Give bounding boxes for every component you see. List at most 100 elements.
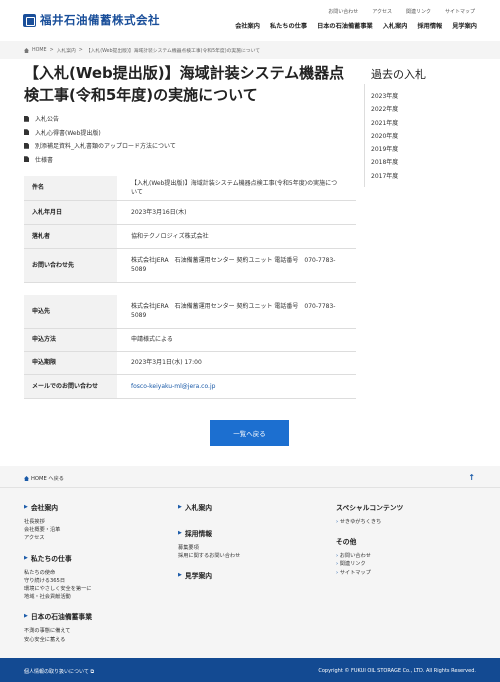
row-value: 株式会社JERA 石油備蓄運用センター 契約ユニット 電話番号 070-7783… <box>117 295 356 329</box>
site-footer: HOME へ戻る ↑ ▶ 会社案内 社長挨拶 会社概要・沿革 アクセス ▶ 私たちの… <box>0 466 500 682</box>
chevron-right-icon: ▶ <box>24 504 28 510</box>
footer-heading[interactable]: ▶ 会社案内 <box>24 502 92 512</box>
footer-link[interactable]: 守り続ける365日 <box>24 577 92 585</box>
table-row: 申込先 株式会社JERA 石油備蓄運用センター 契約ユニット 電話番号 070-7… <box>24 295 356 329</box>
nav-recruit[interactable]: 採用情報 <box>418 21 443 30</box>
table-row: 申込方法 申請様式による <box>24 328 356 352</box>
footer-link[interactable]: 採用に関するお問い合わせ <box>178 552 240 560</box>
breadcrumb-bidding[interactable]: 入札案内 <box>57 47 76 54</box>
table-row: 申込期限 2023年3月1日(水) 17:00 <box>24 351 356 375</box>
file-icon <box>24 115 29 122</box>
global-nav: 会社案内 私たちの仕事 日本の石油備蓄事業 入札案内 採用情報 見学案内 <box>235 21 477 30</box>
document-list: 入札公告 入札心得書(Web提出版) 別添補足資料_入札書類のアップロード方法に… <box>24 112 176 166</box>
util-contact-link[interactable]: お問い合わせ <box>328 8 358 15</box>
row-label: 申込先 <box>24 295 117 329</box>
footer-link[interactable]: 関連リンク <box>336 560 403 568</box>
document-link[interactable]: 入札心得書(Web提出版) <box>24 126 176 140</box>
table-row: お問い合わせ先 株式会社JERA 石油備蓄運用センター 契約ユニット 電話番号 0… <box>24 248 356 283</box>
breadcrumb-home[interactable]: HOME <box>32 48 47 53</box>
footer-heading[interactable]: ▶ 私たちの仕事 <box>24 553 92 563</box>
footer-heading: その他 <box>336 538 357 547</box>
sidebar-year-2017[interactable]: 2017年度 <box>371 171 398 184</box>
nav-work[interactable]: 私たちの仕事 <box>270 21 307 30</box>
table-row: メールでのお問い合わせ fosco-keiyaku-ml@jera.co.jp <box>24 374 356 399</box>
row-value: 2023年3月16日(木) <box>117 200 356 225</box>
row-label: 落札者 <box>24 224 117 249</box>
footer-link[interactable]: 安心安全に蓄える <box>24 636 92 644</box>
chevron-right-icon: ▶ <box>24 554 28 561</box>
application-table: 申込先 株式会社JERA 石油備蓄運用センター 契約ユニット 電話番号 070-7… <box>24 295 356 399</box>
footer-link[interactable]: せきゆがちくきち <box>336 518 403 526</box>
table-row: 落札者 協和テクノロジィズ株式会社 <box>24 224 356 249</box>
page-top-arrow-icon[interactable]: ↑ <box>468 473 475 482</box>
page-title: 【入札(Web提出版)】海域計装システム機器点検工事(令和5年度)の実施について <box>24 64 345 104</box>
footer-link[interactable]: アクセス <box>24 534 92 542</box>
chevron-right-icon: ▶ <box>178 530 182 536</box>
nav-tour[interactable]: 見学案内 <box>452 21 477 30</box>
file-icon <box>24 142 29 149</box>
footer-heading[interactable]: ▶ 日本の石油備蓄事業 <box>24 611 92 621</box>
footer-link[interactable]: 不測の事態に備えて <box>24 627 92 635</box>
nav-bidding[interactable]: 入札案内 <box>383 21 408 30</box>
footer-link[interactable]: 社長挨拶 <box>24 518 92 526</box>
nav-company[interactable]: 会社案内 <box>235 21 260 30</box>
footer-column-3: スペシャルコンテンツ せきゆがちくきち その他 お問い合わせ 関連リンク サイト… <box>336 502 403 577</box>
chevron-right-icon: ▶ <box>178 504 182 510</box>
footer-link[interactable]: 地域・社会貢献活動 <box>24 593 92 601</box>
logo-mark-icon <box>23 13 36 27</box>
back-to-list-button[interactable]: 一覧へ戻る <box>210 420 289 446</box>
breadcrumb-current: 【入札(Web提出版)】海域計装システム機器点検工事(令和5年度)の実施について <box>85 49 261 54</box>
sidebar-year-list: 2023年度 2022年度 2021年度 2020年度 2019年度 2018年… <box>371 91 398 184</box>
bid-info-table: 件名 【入札(Web提出版)】海域計装システム機器点検工事(令和5年度)の実施につ… <box>24 176 356 283</box>
footer-link[interactable]: お問い合わせ <box>336 552 403 560</box>
row-label: 申込方法 <box>24 328 117 352</box>
utility-nav: お問い合わせ アクセス 関連リンク サイトマップ <box>328 8 475 15</box>
sidebar-year-2022[interactable]: 2022年度 <box>371 104 398 117</box>
footer-bottom-bar: 個人情報の取り扱いについて ⧉ Copyright © FUKUI OIL ST… <box>0 658 500 682</box>
footer-link[interactable]: 募集要項 <box>178 544 240 552</box>
sidebar-year-2020[interactable]: 2020年度 <box>371 131 398 144</box>
footer-heading: スペシャルコンテンツ <box>336 504 404 512</box>
footer-heading[interactable]: ▶ 見学案内 <box>178 570 240 580</box>
footer-heading[interactable]: ▶ 入札案内 <box>178 502 240 512</box>
footer-link[interactable]: 環境にやさしく安全を第一に <box>24 585 92 593</box>
footer-link[interactable]: サイトマップ <box>336 569 403 577</box>
row-value: 協和テクノロジィズ株式会社 <box>117 224 356 249</box>
footer-heading[interactable]: ▶ 採用情報 <box>178 528 240 538</box>
row-value: 2023年3月1日(水) 17:00 <box>117 351 356 375</box>
nav-stockpile[interactable]: 日本の石油備蓄事業 <box>317 21 373 30</box>
util-sitemap-link[interactable]: サイトマップ <box>445 8 475 15</box>
row-label: メールでのお問い合わせ <box>24 374 117 399</box>
sidebar-year-2018[interactable]: 2018年度 <box>371 157 398 170</box>
document-link[interactable]: 仕様書 <box>24 153 176 167</box>
footer-link[interactable]: 私たちの使命 <box>24 569 92 577</box>
company-logo[interactable]: 福井石油備蓄株式会社 <box>23 12 160 28</box>
row-label: 入札年月日 <box>24 200 117 225</box>
table-row: 件名 【入札(Web提出版)】海域計装システム機器点検工事(令和5年度)の実施につ… <box>24 176 356 201</box>
sidebar-title: 過去の入札 <box>371 68 426 81</box>
home-icon <box>24 48 29 53</box>
chevron-right-icon: ▶ <box>178 572 182 579</box>
sidebar-year-2023[interactable]: 2023年度 <box>371 91 398 104</box>
email-link[interactable]: fosco-keiyaku-ml@jera.co.jp <box>131 383 215 390</box>
sidebar-divider <box>364 84 365 187</box>
breadcrumb: HOME > 入札案内 > 【入札(Web提出版)】海域計装システム機器点検工事… <box>24 47 260 54</box>
external-link-icon: ⧉ <box>90 669 95 675</box>
footer-home-link[interactable]: HOME へ戻る <box>24 475 64 482</box>
table-row: 入札年月日 2023年3月16日(木) <box>24 200 356 225</box>
home-icon <box>24 476 29 481</box>
footer-link[interactable]: 会社概要・沿革 <box>24 526 92 534</box>
util-access-link[interactable]: アクセス <box>372 8 392 15</box>
sidebar-year-2019[interactable]: 2019年度 <box>371 144 398 157</box>
footer-column-2: ▶ 入札案内 ▶ 採用情報 募集要項 採用に関するお問い合わせ ▶ 見学案内 <box>178 502 240 586</box>
privacy-link[interactable]: 個人情報の取り扱いについて ⧉ <box>24 668 94 675</box>
util-related-link[interactable]: 関連リンク <box>406 8 431 15</box>
document-link[interactable]: 別添補足資料_入札書類のアップロード方法について <box>24 139 176 153</box>
file-icon <box>24 156 29 163</box>
site-header: 福井石油備蓄株式会社 お問い合わせ アクセス 関連リンク サイトマップ 会社案内… <box>0 0 500 38</box>
row-value: 申請様式による <box>117 328 356 352</box>
row-value: 株式会社JERA 石油備蓄運用センター 契約ユニット 電話番号 070-7783… <box>117 248 356 283</box>
sidebar-year-2021[interactable]: 2021年度 <box>371 118 398 131</box>
row-label: お問い合わせ先 <box>24 248 117 283</box>
document-link[interactable]: 入札公告 <box>24 112 176 126</box>
